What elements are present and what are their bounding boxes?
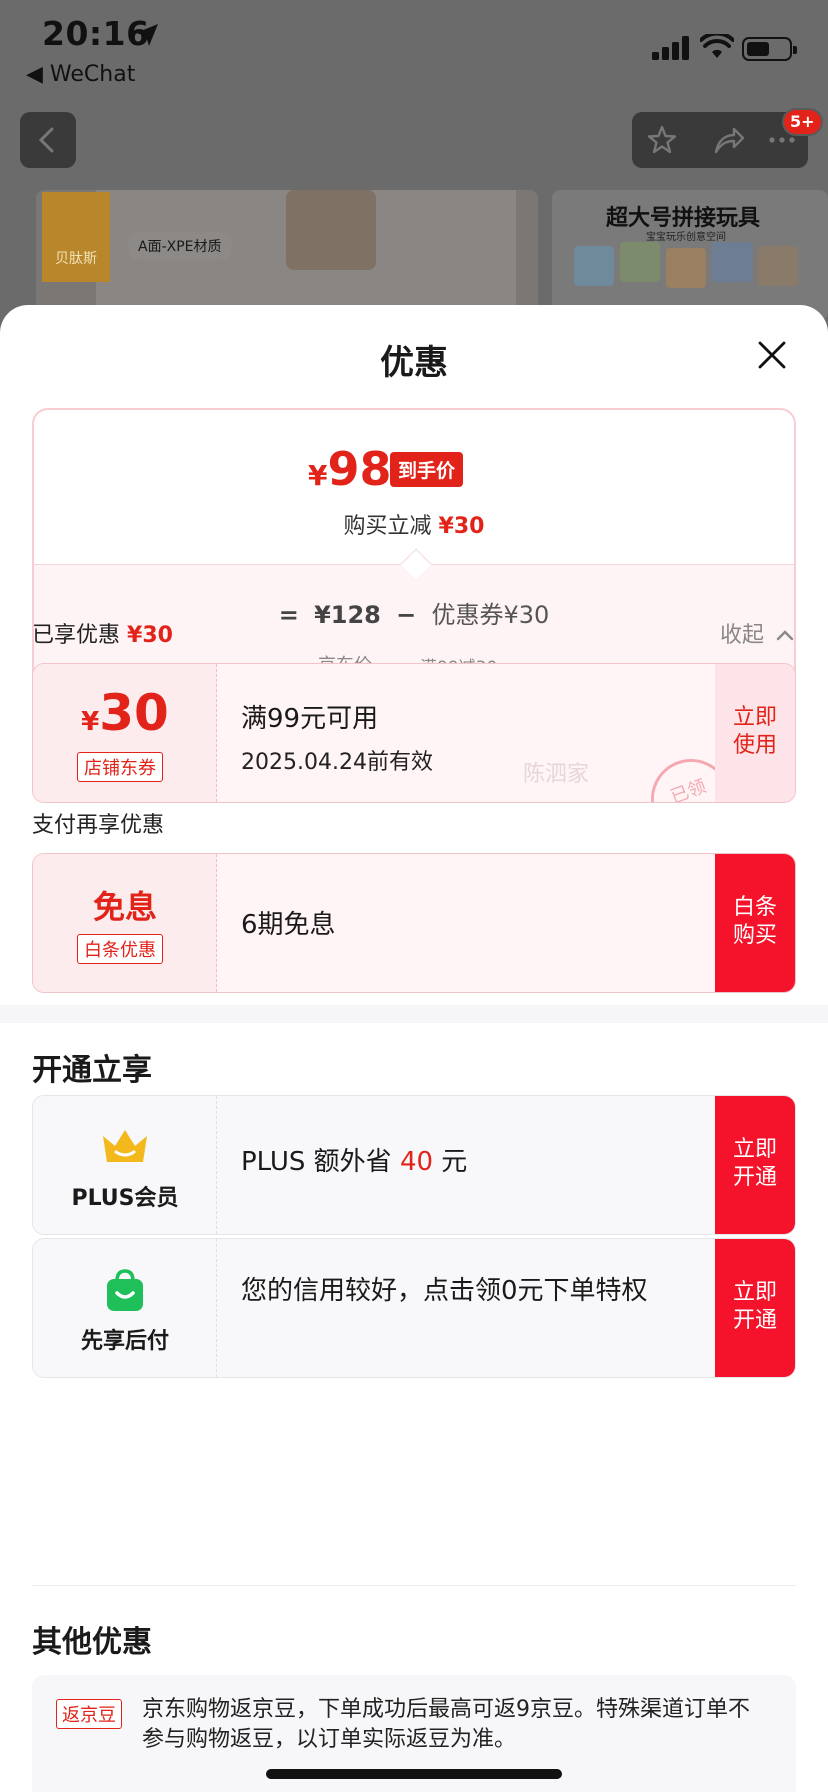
thin-divider xyxy=(32,1585,796,1586)
discount-sheet: 优惠 ¥98 到手价 购买立减 ¥30 = ¥128 − 优惠券¥30 京东价 … xyxy=(0,305,828,1792)
bg-card1-label: A面-XPE材质 xyxy=(128,232,232,260)
instant-reduction-label: 购买立减 xyxy=(343,514,432,539)
plus-card[interactable]: PLUS会员 PLUS 额外省 40 元 立即 开通 xyxy=(32,1095,796,1235)
price-summary-top: ¥98 到手价 购买立减 ¥30 xyxy=(34,410,794,564)
section-divider xyxy=(0,1005,828,1023)
paylater-card[interactable]: 先享后付 您的信用较好，点击领0元下单特权 立即 开通 xyxy=(32,1238,796,1378)
coupon-condition: 满99元可用 xyxy=(241,704,379,734)
location-arrow-icon xyxy=(136,24,158,46)
baitiao-buy-line1: 白条 xyxy=(732,895,777,920)
plus-desc-post: 元 xyxy=(433,1147,468,1177)
paylater-caption: 先享后付 xyxy=(80,1329,169,1354)
use-now-button[interactable]: 立即 使用 xyxy=(715,664,795,802)
battery-icon xyxy=(742,37,797,61)
instant-reduction: 购买立减 ¥30 xyxy=(34,508,794,540)
use-now-line2: 使用 xyxy=(732,733,777,758)
coupon-info: 满99元可用 陈泗家 2025.04.24前有效 xyxy=(217,664,715,802)
more-badge: 5+ xyxy=(782,108,823,136)
jd-price: ¥128 xyxy=(314,601,381,629)
plus-desc: PLUS 额外省 40 元 xyxy=(241,1146,695,1178)
paylater-open-line2: 开通 xyxy=(732,1308,777,1333)
paylater-open-button[interactable]: 立即 开通 xyxy=(715,1239,795,1377)
star-icon[interactable] xyxy=(646,124,678,156)
collapse-button[interactable]: 收起 xyxy=(720,617,795,649)
final-price-tag: 到手价 xyxy=(390,452,464,487)
jd-bean-text: 京东购物返京豆，下单成功后最高可返9京豆。特殊渠道订单不参与购物返豆，以订单实际… xyxy=(142,1697,750,1752)
instant-reduction-amount: ¥30 xyxy=(438,514,485,539)
open-section-title: 开通立享 xyxy=(32,1053,152,1088)
signal-icon xyxy=(652,36,689,60)
bg-card2-subtitle: 宝宝玩乐创意空间 xyxy=(646,232,726,243)
other-section-title: 其他优惠 xyxy=(32,1625,152,1660)
paylater-desc: 您的信用较好，点击领0元下单特权 xyxy=(241,1276,648,1306)
baitiao-buy-line2: 购买 xyxy=(732,923,777,948)
plus-desc-pre: PLUS 额外省 xyxy=(241,1147,400,1177)
bg-brand-logo: 贝肽斯 xyxy=(42,192,110,282)
collapse-label: 收起 xyxy=(720,623,765,648)
bg-product-image-2: 超大号拼接玩具 宝宝玩乐创意空间 xyxy=(552,190,828,320)
final-price-value: 98 xyxy=(327,442,392,496)
chevron-left-icon xyxy=(38,127,54,153)
coupon-left: ¥30 店铺东券 xyxy=(33,664,217,802)
final-price-currency: ¥ xyxy=(308,459,328,492)
store-coupon-card[interactable]: ¥30 店铺东券 满99元可用 陈泗家 2025.04.24前有效 已领 立即 … xyxy=(32,663,796,803)
chevron-up-icon xyxy=(776,630,794,641)
baitiao-type-tag: 白条优惠 xyxy=(77,934,163,964)
close-icon[interactable] xyxy=(756,339,788,371)
coupon-amount: ¥30 xyxy=(33,684,217,742)
enjoyed-amount: ¥30 xyxy=(127,623,173,648)
baitiao-headline: 免息 xyxy=(92,888,157,926)
paylater-info: 您的信用较好，点击领0元下单特权 xyxy=(217,1239,715,1377)
use-now-line1: 立即 xyxy=(732,705,777,730)
baitiao-left: 免息 白条优惠 xyxy=(33,854,217,992)
formula-minus: − xyxy=(396,601,417,629)
baitiao-desc: 6期免息 xyxy=(241,910,336,940)
baitiao-card[interactable]: 免息 白条优惠 6期免息 白条 购买 xyxy=(32,853,796,993)
plus-open-button[interactable]: 立即 开通 xyxy=(715,1096,795,1234)
plus-desc-amount: 40 xyxy=(399,1147,434,1177)
paylater-open-line1: 立即 xyxy=(732,1280,777,1305)
plus-left: PLUS会员 xyxy=(33,1096,217,1234)
paylater-left: 先享后付 xyxy=(33,1239,217,1377)
status-bar: 20:16 ◀ WeChat xyxy=(0,0,828,100)
enjoyed-label: 已享优惠 xyxy=(32,623,121,648)
share-icon[interactable] xyxy=(712,124,746,156)
plus-open-line2: 开通 xyxy=(732,1165,777,1190)
crown-icon xyxy=(103,1130,147,1162)
bg-product-image-1: A面-XPE材质 xyxy=(36,190,538,320)
enjoyed-discount: 已享优惠 ¥30 xyxy=(32,617,173,649)
coupon-watermark: 陈泗家 xyxy=(523,762,590,787)
formula-equals: = xyxy=(278,601,299,629)
wifi-icon xyxy=(700,34,734,58)
baitiao-info: 6期免息 xyxy=(217,854,715,992)
pay-section-label: 支付再享优惠 xyxy=(32,813,165,838)
plus-caption: PLUS会员 xyxy=(71,1186,179,1211)
baitiao-buy-button[interactable]: 白条 购买 xyxy=(715,854,795,992)
sheet-title: 优惠 xyxy=(380,343,448,383)
shopping-bag-icon xyxy=(107,1269,143,1311)
nav-back-button[interactable] xyxy=(20,112,76,168)
plus-info: PLUS 额外省 40 元 xyxy=(217,1096,715,1234)
home-indicator[interactable] xyxy=(266,1769,562,1779)
back-to-wechat[interactable]: ◀ WeChat xyxy=(26,62,135,87)
coupon-currency: ¥ xyxy=(81,707,100,737)
coupon-validity: 2025.04.24前有效 xyxy=(241,750,433,775)
coupon-value: 30 xyxy=(99,684,169,742)
coupon-type-tag: 店铺东券 xyxy=(77,752,163,782)
jd-bean-tag: 返京豆 xyxy=(56,1699,122,1729)
final-price: ¥98 xyxy=(308,442,392,496)
coupon-part: 优惠券¥30 xyxy=(431,601,550,629)
plus-open-line1: 立即 xyxy=(732,1137,777,1162)
